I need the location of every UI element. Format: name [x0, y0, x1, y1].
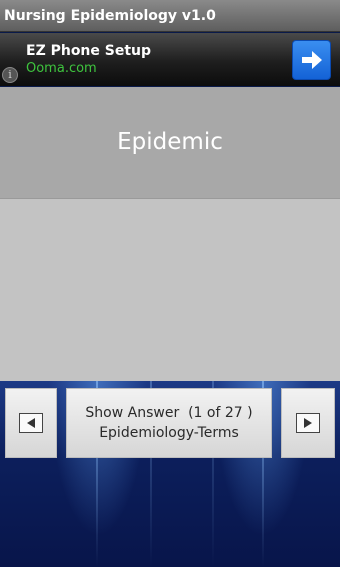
next-card-button[interactable] [281, 388, 335, 458]
triangle-right-icon [296, 413, 320, 433]
show-answer-button[interactable]: Show Answer (1 of 27 ) Epidemiology-Term… [66, 388, 272, 458]
ad-open-button[interactable] [292, 40, 331, 80]
question-panel: Epidemic [0, 87, 340, 199]
answer-panel [0, 199, 340, 381]
category-label: Epidemiology-Terms [99, 425, 239, 441]
ad-title[interactable]: EZ Phone Setup [26, 43, 151, 59]
question-text: Epidemic [117, 129, 223, 155]
app-title: Nursing Epidemiology v1.0 [4, 8, 216, 24]
ad-url[interactable]: Ooma.com [26, 61, 97, 76]
app-title-bar: Nursing Epidemiology v1.0 [0, 0, 340, 32]
triangle-left-icon [19, 413, 43, 433]
info-icon[interactable]: i [2, 67, 18, 83]
ad-banner[interactable]: EZ Phone Setup Ooma.com i [0, 33, 340, 86]
show-answer-label: Show Answer (1 of 27 ) [85, 405, 253, 421]
arrow-right-icon [302, 51, 322, 69]
previous-card-button[interactable] [5, 388, 57, 458]
